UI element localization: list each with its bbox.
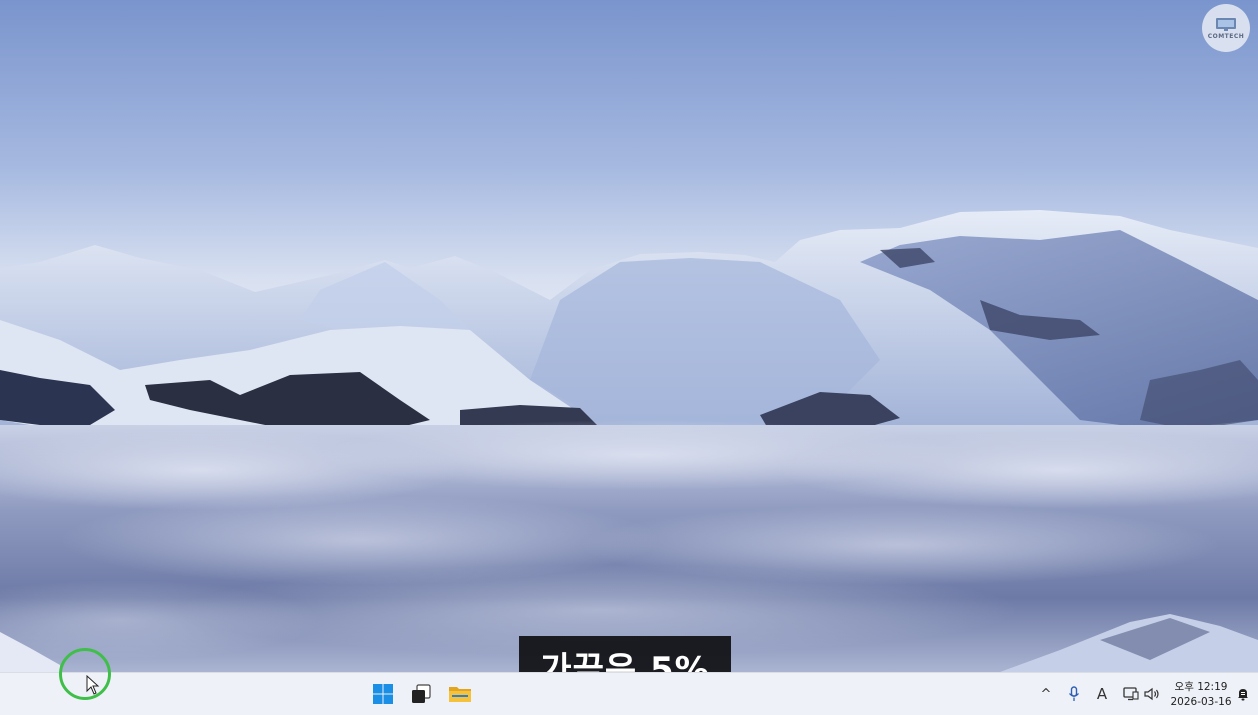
network-button[interactable] — [1122, 681, 1140, 707]
input-language-icon: A — [1096, 685, 1108, 703]
monitor-icon — [1216, 17, 1236, 31]
notification-button[interactable] — [1236, 681, 1250, 707]
microphone-icon — [1068, 686, 1080, 701]
desktop[interactable]: COMTECH 가끔은 5% — [0, 0, 1258, 672]
mouse-cursor-icon — [86, 675, 100, 695]
clock-date: 2026-03-16 — [1170, 696, 1232, 708]
watermark-text: COMTECH — [1207, 32, 1245, 40]
volume-icon — [1144, 687, 1159, 701]
task-view-icon — [412, 684, 431, 703]
taskbar: ^ A 오후 12:19 2026-03-16 — [0, 672, 1258, 715]
windows-start-icon — [373, 684, 393, 704]
wallpaper-mountains — [0, 0, 1258, 672]
task-view-button[interactable] — [405, 679, 437, 709]
tray-overflow-button[interactable]: ^ — [1038, 681, 1054, 707]
cursor-highlight-ring — [59, 648, 111, 700]
start-button[interactable] — [367, 679, 399, 709]
microphone-button[interactable] — [1066, 681, 1082, 707]
folder-icon — [449, 687, 471, 702]
network-icon — [1123, 687, 1139, 701]
chevron-up-icon: ^ — [1040, 686, 1052, 702]
notification-icon — [1238, 689, 1248, 701]
clock-time: 오후 12:19 — [1174, 681, 1228, 693]
taskbar-clock[interactable]: 오후 12:19 2026-03-16 — [1168, 677, 1234, 713]
volume-button[interactable] — [1143, 681, 1161, 707]
file-explorer-button[interactable] — [444, 679, 476, 709]
input-language-button[interactable]: A — [1094, 681, 1110, 707]
watermark-logo: COMTECH — [1202, 4, 1250, 52]
video-subtitle: 가끔은 5% — [519, 636, 731, 672]
